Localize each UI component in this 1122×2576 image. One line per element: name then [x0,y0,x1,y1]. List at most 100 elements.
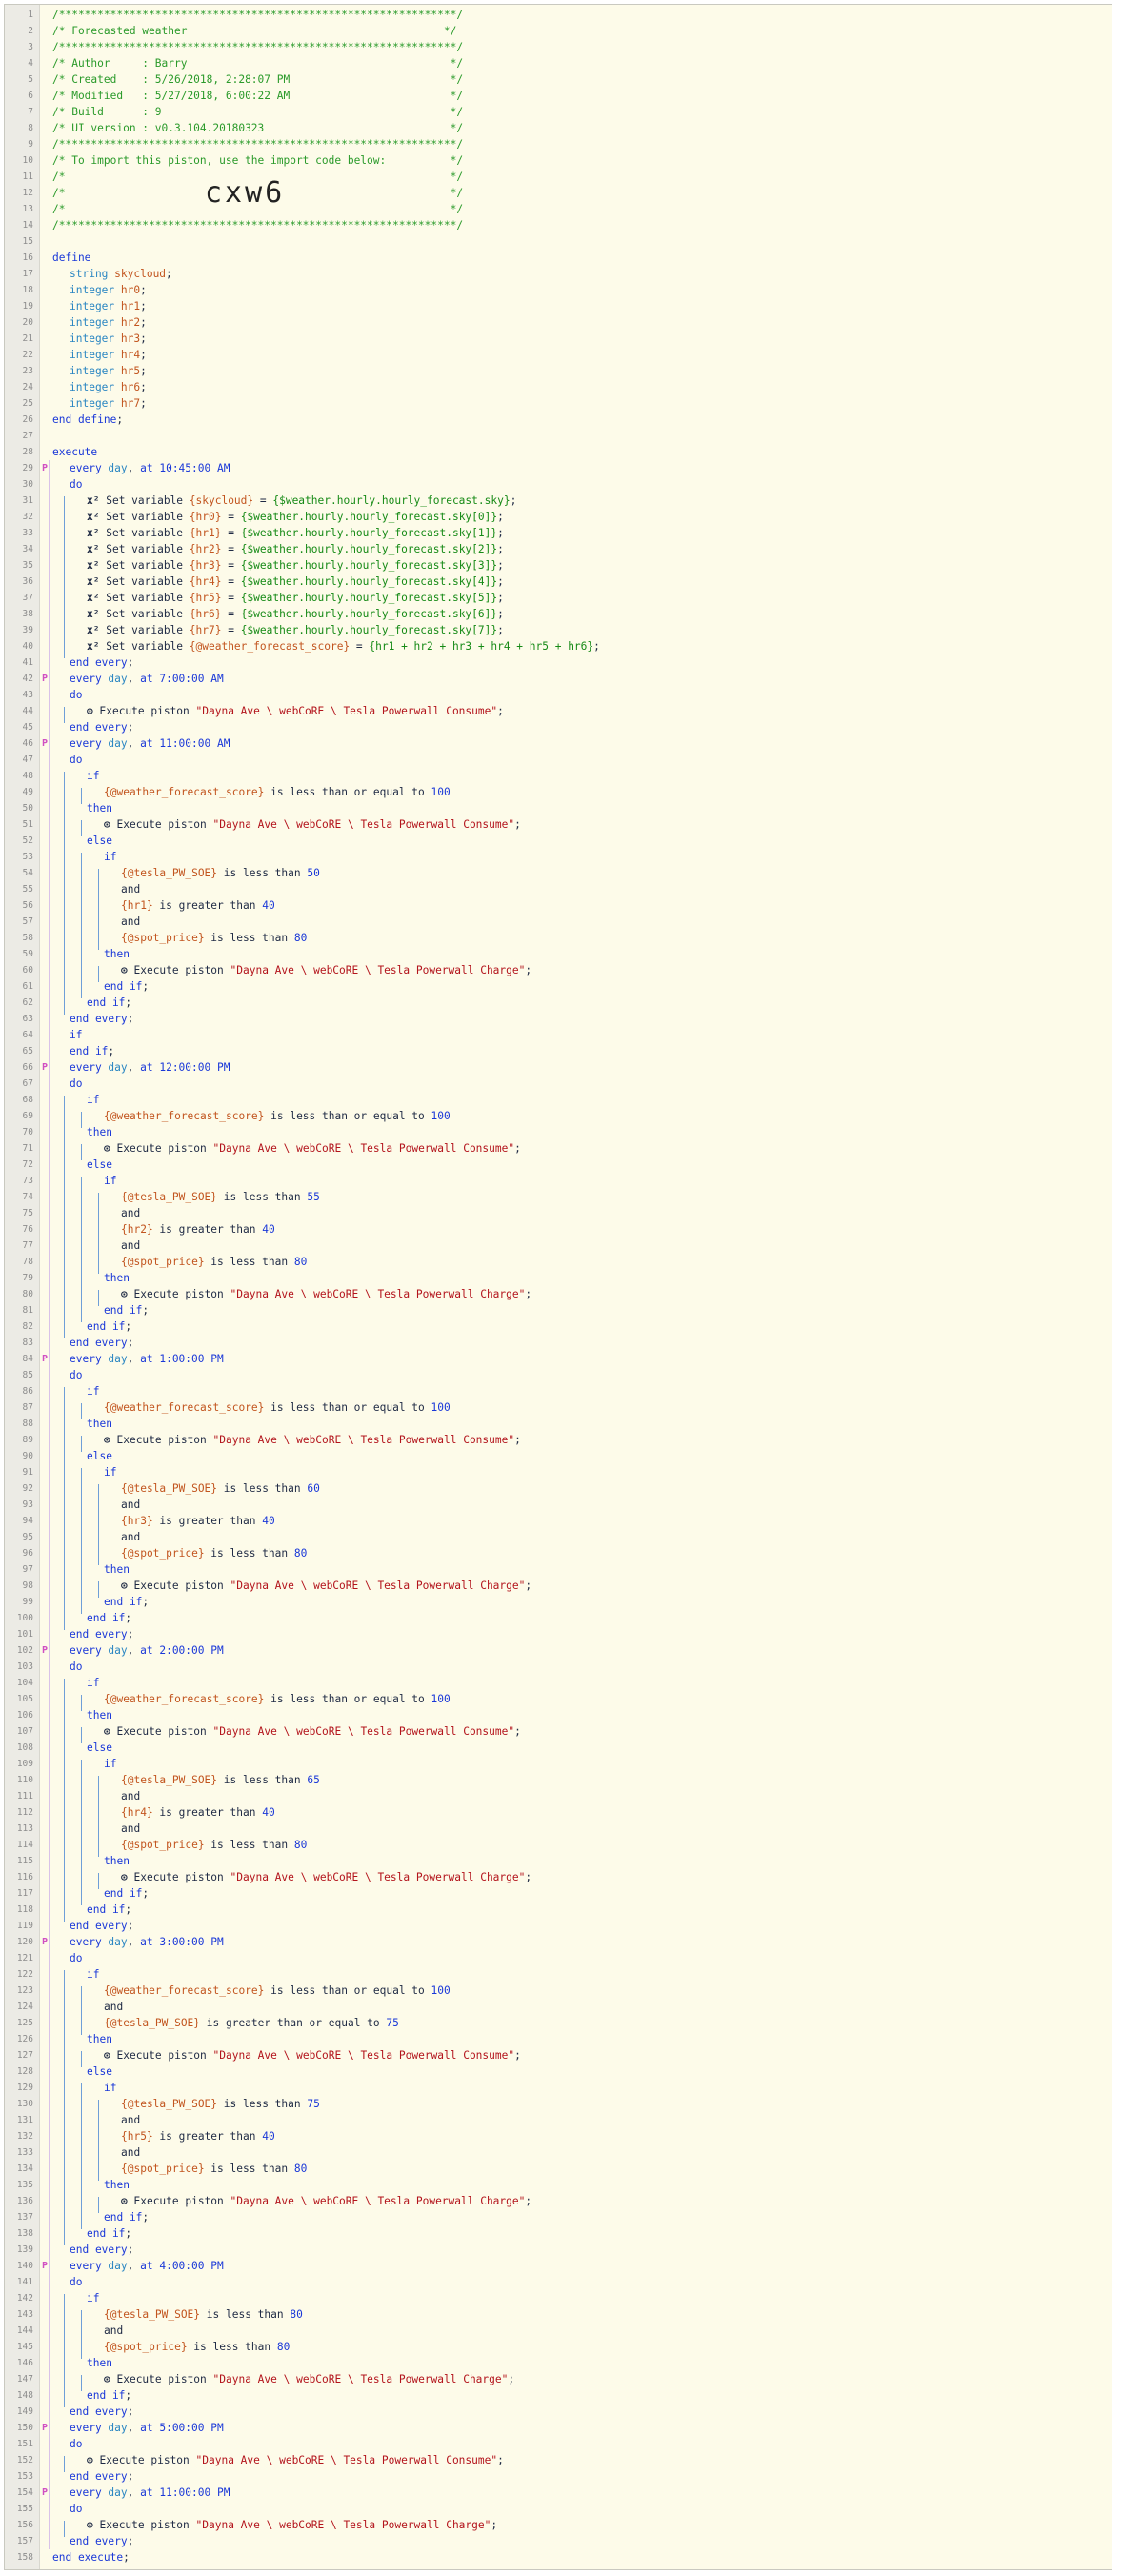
code-token: = [221,624,241,636]
code-token: do [70,1369,83,1381]
code-line: 26 end define; [5,412,1112,428]
line-number: 38 [22,609,33,619]
code-token: ; [127,1337,134,1349]
line-number: 117 [16,1888,33,1899]
code-text: x² Set variable {@weather_forecast_score… [87,638,600,654]
line-number: 67 [22,1078,33,1089]
code-token: do [70,2438,83,2450]
code-token: if [104,2082,117,2094]
line-number: 81 [22,1305,33,1316]
code-token: is less than or equal to [264,1984,431,1997]
line-number: 109 [16,1759,33,1769]
code-token: hr2 [120,316,141,329]
code-token: 80 [293,932,308,944]
code-token: do [70,2503,83,2515]
code-line: 98 ⊙ Execute piston "Dayna Ave \ webCoRE … [5,1578,1112,1594]
code-line: 63 end every; [5,1011,1112,1027]
code-token: end if [104,980,143,993]
line-number: 154 [16,2487,33,2498]
code-line: 20 integer hr2; [5,314,1112,331]
block-guide [81,1436,82,1452]
line-number: 11 [22,171,33,182]
code-token: is less than [204,2163,294,2175]
code-token: and [121,1207,141,1219]
code-token: then [87,1709,112,1721]
code-token: ; [127,1628,134,1640]
code-text: end if; [104,2209,149,2225]
code-line: 142 if [5,2290,1112,2306]
line-number: 16 [22,252,33,263]
code-token: end every [70,2244,128,2256]
block-guide [81,1760,82,1905]
line-number: 125 [16,2018,33,2028]
line-number: 129 [16,2083,33,2093]
code-text: then [87,2355,112,2371]
code-line: 12/* */ [5,185,1112,201]
code-token: {hr4} [121,1806,153,1819]
code-token: x² [87,592,107,604]
block-guide [64,1970,65,2245]
code-text: and [104,2323,123,2339]
code-line: 99 end if; [5,1594,1112,1610]
code-token: if [104,851,117,863]
code-text: end every; [70,1626,133,1642]
code-line: 81 end if; [5,1302,1112,1318]
code-token: ; [125,1320,132,1333]
line-number: 151 [16,2439,33,2449]
code-token: x² [87,494,107,507]
code-text: then [104,1853,130,1869]
line-number: 50 [22,803,33,814]
line-number: 21 [22,333,33,344]
code-text: {@tesla_PW_SOE} is less than 60 [121,1480,320,1497]
code-token: 40 [262,2130,275,2143]
block-guide [98,1776,99,1857]
code-token: integer [70,316,121,329]
code-line: 130 {@tesla_PW_SOE} is less than 75 [5,2096,1112,2112]
code-token: else [87,835,112,847]
code-token: 80 [293,1256,308,1268]
code-line: 57 and [5,914,1112,930]
code-text: do [70,752,82,768]
line-number: 105 [16,1694,33,1704]
code-token: then [104,1855,130,1867]
code-token: {@tesla_PW_SOE} [104,2017,201,2029]
line-number: 74 [22,1192,33,1202]
code-line: 102 Pevery day, at 2:00:00 PM [5,1642,1112,1659]
code-text: ⊙ Execute piston "Dayna Ave \ webCoRE \ … [104,816,521,833]
block-guide [81,853,82,998]
code-token: end every [70,1628,128,1640]
code-text: every day, at 11:00:00 PM [70,2485,230,2501]
code-text: and [121,914,140,930]
code-token: 100 [431,1110,451,1122]
code-token: ; [508,2373,515,2385]
code-line: 21 integer hr3; [5,331,1112,347]
line-number: 150 [16,2423,33,2433]
block-guide [81,2375,82,2391]
code-line: 124 and [5,1999,1112,2015]
code-line: 120 Pevery day, at 3:00:00 PM [5,1934,1112,1950]
code-text: {@tesla_PW_SOE} is less than 50 [121,865,320,881]
code-line: 51 ⊙ Execute piston "Dayna Ave \ webCoRE … [5,816,1112,833]
code-line: 147 ⊙ Execute piston "Dayna Ave \ webCoRE… [5,2371,1112,2387]
code-token: is less than [200,2308,291,2321]
code-line: 126 then [5,2031,1112,2047]
line-number: 126 [16,2034,33,2044]
code-token: end execute [52,2551,124,2564]
code-token: /* Forecasted weather */ [52,25,457,37]
line-number: 92 [22,1483,33,1494]
line-number: 58 [22,933,33,943]
code-text: and [121,1497,140,1513]
line-number: 93 [22,1499,33,1510]
code-line: 13/* */ [5,201,1112,217]
code-text: define [52,250,90,266]
code-line: 133 and [5,2144,1112,2161]
line-number: 29 [22,463,33,473]
code-token: 2:00:00 PM [159,1644,224,1657]
code-token: , [127,1644,141,1657]
code-line: 55 and [5,881,1112,897]
code-token: day [108,2486,128,2499]
code-text: {@spot_price} is less than 80 [121,1837,307,1853]
code-token: ; [140,316,147,329]
line-number: 28 [22,447,33,457]
code-text: integer hr7; [70,395,147,412]
